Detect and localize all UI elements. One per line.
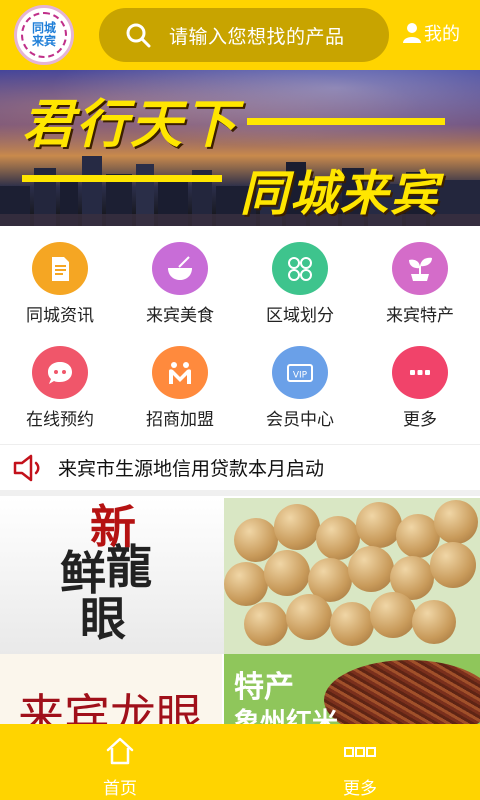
- calligraphy-char: 龍: [106, 540, 152, 594]
- notice-bar[interactable]: 来宾市生源地信用贷款本月启动: [0, 444, 480, 496]
- tab-home-label: 首页: [103, 779, 137, 799]
- app-header: 同城 来宾 请输入您想找的产品 我的: [0, 0, 480, 70]
- grid-item-region[interactable]: 区域划分: [240, 226, 360, 326]
- product-cards: 来宾龙眼 特产 象州红米: [0, 654, 480, 724]
- more-squares-icon: [344, 747, 376, 757]
- calligraphy-char: 眼: [80, 592, 126, 646]
- card-red-rice-subtitle: 象州红米: [234, 708, 339, 724]
- more-icon: [392, 346, 448, 399]
- user-icon: [403, 23, 421, 43]
- search-icon: [126, 23, 151, 48]
- grid-label: 同城资讯: [26, 306, 94, 326]
- speaker-icon: [13, 454, 40, 481]
- card-red-rice[interactable]: 特产 象州红米: [224, 654, 480, 724]
- promo-calligraphy-panel: 新 鲜 龍 眼: [0, 498, 230, 654]
- clover-icon: [272, 242, 328, 295]
- grid-label: 会员中心: [266, 410, 334, 430]
- grid-label: 区域划分: [266, 306, 334, 326]
- banner-stripe-top: [247, 118, 445, 125]
- mine-label: 我的: [424, 24, 460, 45]
- search-placeholder: 请输入您想找的产品: [169, 25, 345, 48]
- search-bar[interactable]: 请输入您想找的产品: [99, 8, 389, 62]
- banner-title-main: 君行天下: [22, 94, 239, 155]
- hero-banner[interactable]: 君行天下 同城来宾: [0, 70, 480, 226]
- grid-label: 更多: [403, 410, 437, 430]
- feature-grid: 同城资讯 来宾美食 区域划分 来宾特产 在线预约 招商加盟 VIP 会员中心 更…: [0, 226, 480, 442]
- red-rice-image: [324, 660, 480, 724]
- grid-label: 来宾特产: [386, 306, 454, 326]
- promo-banner-longan[interactable]: 新 鲜 龍 眼: [0, 498, 480, 654]
- card-longan[interactable]: 来宾龙眼: [0, 654, 222, 724]
- bowl-icon: [152, 242, 208, 295]
- grid-item-booking[interactable]: 在线预约: [0, 330, 120, 430]
- promo-calligraphy: 新 鲜 龍 眼: [60, 504, 160, 642]
- chat-icon: [32, 346, 88, 399]
- tab-more-label: 更多: [343, 779, 377, 799]
- sprout-icon: [392, 242, 448, 295]
- grid-label: 招商加盟: [146, 410, 214, 430]
- card-longan-title: 来宾龙眼: [18, 689, 202, 724]
- grid-label: 在线预约: [26, 410, 94, 430]
- app-logo[interactable]: 同城 来宾: [14, 5, 74, 65]
- grid-item-specialty[interactable]: 来宾特产: [360, 226, 480, 326]
- people-icon: [152, 346, 208, 399]
- home-icon: [106, 737, 134, 765]
- logo-badge: 同城 来宾: [21, 12, 67, 58]
- grid-item-food[interactable]: 来宾美食: [120, 226, 240, 326]
- notice-text: 来宾市生源地信用贷款本月启动: [58, 458, 325, 480]
- bottom-tab-bar: 首页 更多: [0, 724, 480, 800]
- grid-label: 来宾美食: [146, 306, 214, 326]
- grid-item-news[interactable]: 同城资讯: [0, 226, 120, 326]
- banner-title-sub: 同城来宾: [240, 166, 441, 222]
- card-red-rice-title: 特产: [234, 670, 294, 705]
- vip-icon: VIP: [272, 346, 328, 399]
- tab-more[interactable]: 更多: [240, 724, 480, 800]
- banner-stripe-bottom: [22, 175, 222, 182]
- mine-button[interactable]: 我的: [403, 20, 460, 46]
- logo-text-line2: 来宾: [31, 34, 56, 48]
- document-icon: [32, 242, 88, 295]
- grid-item-member[interactable]: VIP 会员中心: [240, 330, 360, 430]
- longan-fruit-image: [224, 498, 480, 654]
- tab-home[interactable]: 首页: [0, 724, 240, 800]
- grid-item-more[interactable]: 更多: [360, 330, 480, 430]
- vip-badge-text: VIP: [293, 370, 308, 380]
- grid-item-franchise[interactable]: 招商加盟: [120, 330, 240, 430]
